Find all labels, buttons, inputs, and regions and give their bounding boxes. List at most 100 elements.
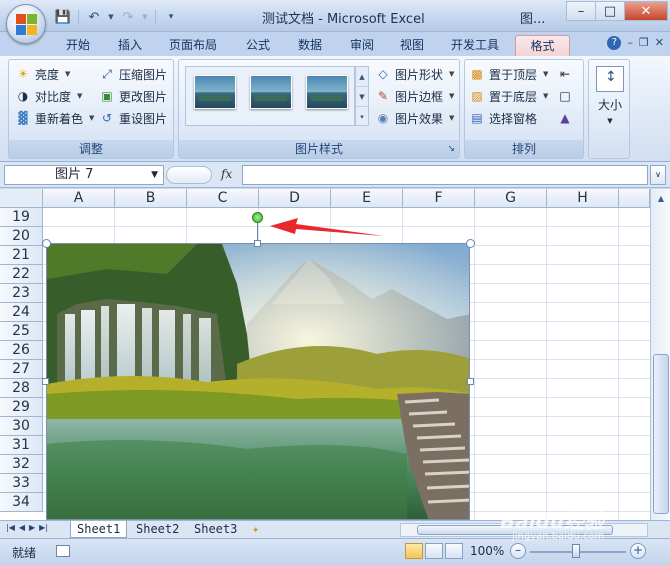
insert-sheet-icon[interactable]: ✦ xyxy=(246,521,265,538)
select-all-corner[interactable] xyxy=(0,189,43,208)
sheet-tab-2[interactable]: Sheet2 xyxy=(130,521,185,538)
row-header-32[interactable]: 32 xyxy=(0,455,43,474)
column-header-a[interactable]: A xyxy=(43,189,115,208)
gallery-more-icon[interactable]: ▾ xyxy=(356,107,368,127)
insert-function-icon[interactable]: fx xyxy=(221,167,232,181)
brightness-button[interactable]: ☀ 亮度 ▼ xyxy=(15,64,71,84)
resize-handle-right[interactable] xyxy=(467,378,474,385)
macro-record-icon[interactable] xyxy=(56,545,70,557)
reset-picture-button[interactable]: ↺ 重设图片 xyxy=(99,108,167,128)
row-header-29[interactable]: 29 xyxy=(0,398,43,417)
row-header-23[interactable]: 23 xyxy=(0,284,43,303)
resize-handle-top[interactable] xyxy=(254,240,261,247)
row-header-19[interactable]: 19 xyxy=(0,208,43,227)
bring-to-front-button[interactable]: ▩ 置于顶层 ▼ xyxy=(469,64,548,84)
picture-shape-button[interactable]: ◇ 图片形状 ▼ xyxy=(375,64,454,84)
picture-style-3[interactable] xyxy=(306,75,348,109)
redo-dropdown-icon[interactable]: ▼ xyxy=(141,8,149,26)
scroll-up-icon[interactable]: ▲ xyxy=(653,191,669,207)
row-header-24[interactable]: 24 xyxy=(0,303,43,322)
row-header-20[interactable]: 20 xyxy=(0,227,43,246)
expand-formula-bar-icon[interactable]: ∨ xyxy=(650,165,666,185)
redo-icon[interactable]: ↷ xyxy=(119,8,137,26)
change-picture-button[interactable]: ▣ 更改图片 xyxy=(99,86,167,106)
vertical-scroll-thumb[interactable] xyxy=(653,354,669,514)
page-break-view-button[interactable] xyxy=(445,543,463,559)
tab-review[interactable]: 审阅 xyxy=(342,35,382,56)
send-to-back-button[interactable]: ▨ 置于底层 ▼ xyxy=(469,86,548,106)
column-header-extra[interactable] xyxy=(619,189,650,208)
name-box-dropdown-icon[interactable]: ▼ xyxy=(151,166,158,184)
close-button[interactable]: ✕ xyxy=(624,1,668,21)
picture-border-button[interactable]: ✎ 图片边框 ▼ xyxy=(375,86,454,106)
picture-style-2[interactable] xyxy=(250,75,292,109)
ribbon-restore-icon[interactable]: ❐ xyxy=(639,36,649,50)
column-header-c[interactable]: C xyxy=(187,189,259,208)
column-header-h[interactable]: H xyxy=(547,189,619,208)
column-header-b[interactable]: B xyxy=(115,189,187,208)
prev-sheet-icon[interactable]: ◀ xyxy=(19,523,25,532)
tab-format[interactable]: 格式 xyxy=(515,35,570,56)
row-header-22[interactable]: 22 xyxy=(0,265,43,284)
tab-formulas[interactable]: 公式 xyxy=(238,35,278,56)
resize-handle-top-right[interactable] xyxy=(466,239,475,248)
picture-effects-button[interactable]: ◉ 图片效果 ▼ xyxy=(375,108,455,128)
tab-developer[interactable]: 开发工具 xyxy=(446,35,504,56)
vertical-scrollbar[interactable]: ▲ xyxy=(650,189,670,520)
maximize-button[interactable]: □ xyxy=(595,1,625,21)
column-header-d[interactable]: D xyxy=(259,189,331,208)
sheet-tab-3[interactable]: Sheet3 xyxy=(188,521,243,538)
rotate-button[interactable]: ▲ xyxy=(557,108,573,128)
column-header-e[interactable]: E xyxy=(331,189,403,208)
normal-view-button[interactable] xyxy=(405,543,423,559)
tab-home[interactable]: 开始 xyxy=(58,35,98,56)
resize-handle-top-left[interactable] xyxy=(42,239,51,248)
row-header-30[interactable]: 30 xyxy=(0,417,43,436)
column-header-f[interactable]: F xyxy=(403,189,475,208)
tab-data[interactable]: 数据 xyxy=(290,35,330,56)
formula-input[interactable] xyxy=(242,165,648,185)
ribbon-close-icon[interactable]: ✕ xyxy=(655,36,664,50)
tab-page-layout[interactable]: 页面布局 xyxy=(162,35,224,56)
resize-handle-left[interactable] xyxy=(42,378,49,385)
customize-qat-icon[interactable]: ▾ xyxy=(162,8,180,26)
row-header-31[interactable]: 31 xyxy=(0,436,43,455)
gallery-down-icon[interactable]: ▼ xyxy=(356,87,368,107)
row-header-25[interactable]: 25 xyxy=(0,322,43,341)
group-objects-button[interactable]: □ xyxy=(557,86,573,106)
sheet-tab-1[interactable]: Sheet1 xyxy=(70,521,128,538)
save-icon[interactable]: 💾 xyxy=(54,8,72,26)
dialog-launcher-icon[interactable]: ↘ xyxy=(447,140,455,158)
row-header-28[interactable]: 28 xyxy=(0,379,43,398)
row-header-26[interactable]: 26 xyxy=(0,341,43,360)
rotation-handle[interactable] xyxy=(252,212,263,223)
next-sheet-icon[interactable]: ▶ xyxy=(29,523,35,532)
tab-insert[interactable]: 插入 xyxy=(110,35,150,56)
office-button[interactable] xyxy=(6,4,46,44)
undo-dropdown-icon[interactable]: ▼ xyxy=(107,8,115,26)
zoom-level[interactable]: 100% xyxy=(470,544,504,558)
minimize-button[interactable]: – xyxy=(566,1,596,21)
zoom-out-button[interactable]: – xyxy=(510,543,526,559)
selection-pane-button[interactable]: ▤ 选择窗格 xyxy=(469,108,537,128)
name-box[interactable]: 图片 7 ▼ xyxy=(4,165,164,185)
gallery-up-icon[interactable]: ▲ xyxy=(356,67,368,87)
help-icon[interactable]: ? xyxy=(607,36,622,50)
align-button[interactable]: ⇤ xyxy=(557,64,573,84)
undo-icon[interactable]: ↶ xyxy=(85,8,103,26)
size-button[interactable]: 大小 ▼ xyxy=(593,64,627,134)
recolor-button[interactable]: ▓ 重新着色 ▼ xyxy=(15,108,94,128)
row-header-27[interactable]: 27 xyxy=(0,360,43,379)
picture-style-1[interactable] xyxy=(194,75,236,109)
row-header-34[interactable]: 34 xyxy=(0,493,43,512)
zoom-in-button[interactable]: + xyxy=(630,543,646,559)
compress-pictures-button[interactable]: ⤢ 压缩图片 xyxy=(99,64,167,84)
last-sheet-icon[interactable]: ▶| xyxy=(39,523,48,532)
zoom-slider-thumb[interactable] xyxy=(572,544,580,558)
row-header-21[interactable]: 21 xyxy=(0,246,43,265)
column-header-g[interactable]: G xyxy=(475,189,547,208)
selected-picture[interactable] xyxy=(46,243,470,520)
ribbon-minimize-icon[interactable]: – xyxy=(627,36,633,50)
first-sheet-icon[interactable]: |◀ xyxy=(6,523,15,532)
contrast-button[interactable]: ◑ 对比度 ▼ xyxy=(15,86,83,106)
